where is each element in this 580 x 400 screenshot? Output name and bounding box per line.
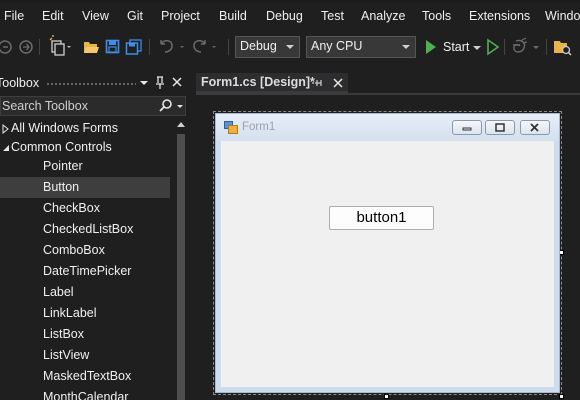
winforms-button1[interactable]: button1	[329, 206, 434, 230]
resize-handle-bottom-right[interactable]	[559, 394, 564, 399]
toolbox-search-input[interactable]	[1, 97, 151, 115]
tool-label: MonthCalendar	[43, 390, 129, 400]
toolbox-item-linklabel[interactable]: LinkLabel	[0, 303, 170, 324]
toolbox-title: Toolbox	[0, 76, 40, 90]
scroll-up-arrow-icon[interactable]	[176, 120, 186, 128]
search-options-chevron-icon[interactable]	[175, 98, 185, 117]
tool-label: Label	[43, 285, 74, 299]
menu-debug[interactable]: Debug	[266, 9, 303, 23]
toolbox-item-checkbox[interactable]: CheckBox	[0, 198, 170, 219]
save-icon[interactable]	[104, 32, 122, 65]
search-icon[interactable]	[159, 98, 173, 117]
panel-options-chevron-icon[interactable]	[139, 72, 149, 97]
toolbox-item-combobox[interactable]: ComboBox	[0, 240, 170, 261]
tool-label: DateTimePicker	[43, 264, 132, 278]
hot-reload-icon[interactable]	[508, 32, 544, 65]
menu-project[interactable]: Project	[161, 9, 200, 23]
save-all-icon[interactable]	[124, 32, 144, 65]
start-button-label[interactable]: Start	[443, 40, 469, 54]
back-icon[interactable]	[0, 32, 14, 65]
menu-tools[interactable]: Tools	[422, 9, 451, 23]
form-close-button[interactable]	[520, 120, 550, 135]
group-all-windows-forms[interactable]: All Windows Forms	[0, 119, 172, 139]
toolbar: Debug Any CPU Start	[0, 32, 580, 62]
tool-label: Button	[43, 180, 80, 194]
chevron-right-icon	[2, 124, 9, 134]
form-client-area[interactable]: button1	[221, 141, 554, 387]
undo-icon[interactable]	[156, 32, 188, 65]
menu-extensions[interactable]: Extensions	[469, 9, 530, 23]
chevron-expanded-icon	[3, 145, 9, 151]
tool-label: CheckBox	[43, 201, 100, 215]
toolbar-separator	[39, 39, 40, 55]
tool-label: MaskedTextBox	[43, 369, 132, 383]
toolbox-item-maskedtextbox[interactable]: MaskedTextBox	[0, 366, 170, 387]
group-common-controls[interactable]: Common Controls	[0, 138, 172, 158]
tool-label: ListBox	[43, 327, 84, 341]
menu-view[interactable]: View	[82, 9, 109, 23]
toolbox-item-monthcalendar[interactable]: MonthCalendar	[0, 387, 170, 400]
toolbox-item-checkedlistbox[interactable]: CheckedListBox	[0, 219, 170, 240]
resize-handle-bottom[interactable]	[384, 394, 389, 399]
toolbox-scrollbar[interactable]	[174, 118, 188, 400]
menu-file[interactable]: File	[4, 9, 24, 23]
solution-explorer-icon[interactable]	[552, 32, 576, 65]
pin-icon[interactable]	[154, 72, 166, 97]
tool-label: Pointer	[43, 159, 83, 173]
new-item-icon[interactable]	[48, 32, 72, 65]
scrollbar-thumb[interactable]	[177, 134, 185, 400]
toolbox-item-listview[interactable]: ListView	[0, 345, 170, 366]
tab-form1-design[interactable]: Form1.cs [Design]*	[196, 73, 348, 93]
form-window[interactable]: Form1 button1	[215, 113, 560, 393]
close-icon	[530, 123, 539, 132]
toolbox-item-datetimepicker[interactable]: DateTimePicker	[0, 261, 170, 282]
minimize-icon	[462, 127, 472, 131]
group-label: Common Controls	[11, 140, 112, 154]
start-without-debugging-icon[interactable]	[484, 32, 502, 65]
open-folder-icon[interactable]	[82, 32, 100, 65]
menu-window[interactable]: Windo	[545, 9, 580, 23]
form-title: Form1	[242, 121, 276, 133]
chevron-down-icon	[402, 45, 410, 49]
configuration-dropdown[interactable]: Debug	[235, 36, 300, 58]
close-icon[interactable]	[171, 72, 183, 97]
toolbar-separator	[546, 39, 547, 55]
toolbox-item-pointer[interactable]: Pointer	[0, 156, 170, 177]
toolbox-item-button[interactable]: Button	[0, 177, 170, 198]
toolbox-item-label[interactable]: Label	[0, 282, 170, 303]
redo-icon[interactable]	[190, 32, 222, 65]
toolbar-separator	[228, 39, 229, 55]
menu-build[interactable]: Build	[219, 9, 247, 23]
tool-label: ComboBox	[43, 243, 105, 257]
menu-edit[interactable]: Edit	[42, 9, 64, 23]
platform-dropdown[interactable]: Any CPU	[306, 36, 416, 58]
toolbox-item-listbox[interactable]: ListBox	[0, 324, 170, 345]
maximize-icon	[495, 123, 505, 132]
group-label: All Windows Forms	[11, 121, 118, 135]
toolbox-panel: Toolbox All Windows Forms Common Control…	[0, 72, 190, 400]
toolbox-search-box	[0, 96, 186, 116]
form-icon	[224, 121, 238, 137]
menu-test[interactable]: Test	[321, 9, 344, 23]
tool-label: LinkLabel	[43, 306, 97, 320]
configuration-value: Debug	[240, 39, 277, 53]
tab-title: Form1.cs [Design]*	[201, 75, 315, 89]
forward-icon[interactable]	[18, 32, 34, 65]
toolbox-header: Toolbox	[0, 72, 190, 94]
form-caption-bar: Form1	[216, 114, 559, 141]
tool-label: CheckedListBox	[43, 222, 134, 236]
start-dropdown-chevron-icon[interactable]	[472, 32, 482, 65]
form-minimize-button[interactable]	[452, 120, 482, 135]
toolbar-separator	[504, 39, 505, 55]
platform-value: Any CPU	[311, 39, 363, 53]
panel-grip[interactable]	[46, 82, 136, 86]
form-maximize-button[interactable]	[485, 120, 515, 135]
toolbar-separator	[149, 39, 150, 55]
menu-git[interactable]: Git	[127, 9, 143, 23]
chevron-down-icon	[286, 45, 294, 49]
tool-label: ListView	[43, 348, 90, 362]
start-icon[interactable]	[423, 32, 439, 65]
menu-analyze[interactable]: Analyze	[361, 9, 405, 23]
menu-bar: File Edit View Git Project Build Debug T…	[0, 0, 580, 32]
